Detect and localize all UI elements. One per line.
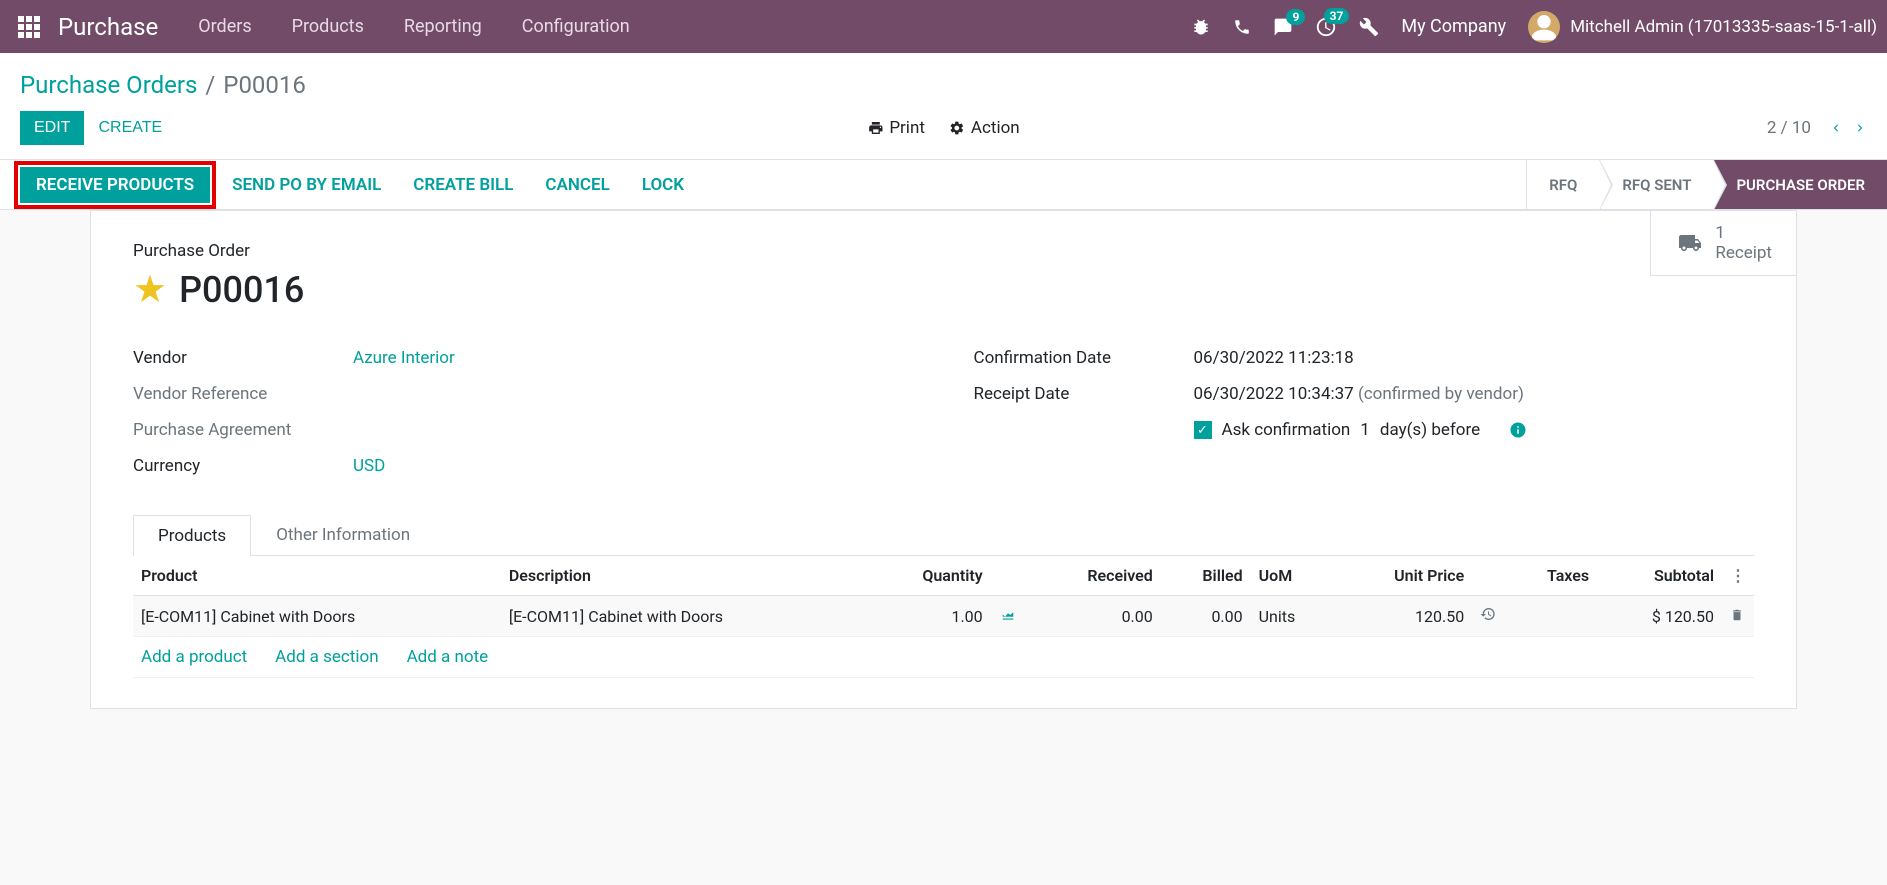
order-lines-table: Product Description Quantity Received Bi…	[133, 556, 1754, 678]
tab-products[interactable]: Products	[133, 515, 251, 556]
app-name[interactable]: Purchase	[58, 13, 158, 41]
receipt-smart-button[interactable]: 1 Receipt	[1651, 211, 1796, 275]
ask-confirm-days: 1	[1360, 420, 1370, 440]
ask-confirm-label: Ask confirmation	[1222, 420, 1351, 440]
pager-next-icon[interactable]	[1853, 118, 1867, 138]
tools-icon[interactable]	[1359, 17, 1379, 37]
table-row[interactable]: [E-COM11] Cabinet with Doors [E-COM11] C…	[133, 596, 1754, 637]
activities-icon[interactable]: 37	[1315, 16, 1337, 38]
breadcrumb: Purchase Orders / P00016	[20, 71, 306, 99]
highlight-box: Receive Products	[14, 161, 216, 209]
stage-rfq-sent[interactable]: RFQ SENT	[1599, 160, 1713, 209]
info-icon[interactable]	[1509, 421, 1527, 439]
edit-button[interactable]: Edit	[20, 111, 84, 145]
truck-icon	[1675, 231, 1705, 255]
create-button[interactable]: Create	[84, 111, 176, 145]
add-product-link[interactable]: Add a product	[141, 647, 247, 667]
apps-icon[interactable]	[18, 16, 40, 38]
receipt-date-value: 06/30/2022 10:34:37	[1194, 384, 1354, 404]
gear-icon	[949, 120, 965, 136]
cell-uom: Units	[1251, 596, 1335, 637]
receipt-count: 1	[1715, 223, 1772, 243]
th-subtotal: Subtotal	[1597, 556, 1722, 596]
receipt-date-note: (confirmed by vendor)	[1358, 384, 1524, 404]
create-bill-button[interactable]: Create Bill	[397, 167, 529, 203]
menu-orders[interactable]: Orders	[198, 16, 251, 37]
ask-confirm-checkbox[interactable]: ✓	[1194, 421, 1212, 439]
cell-billed: 0.00	[1161, 596, 1251, 637]
menu-products[interactable]: Products	[292, 16, 364, 37]
breadcrumb-current: P00016	[223, 71, 306, 99]
ask-confirm-suffix: day(s) before	[1380, 420, 1480, 440]
stage-purchase-order[interactable]: PURCHASE ORDER	[1713, 160, 1887, 209]
th-description: Description	[501, 556, 869, 596]
currency-label: Currency	[133, 456, 353, 476]
confirm-date-value: 06/30/2022 11:23:18	[1194, 348, 1354, 368]
bug-icon[interactable]	[1191, 17, 1211, 37]
avatar	[1528, 11, 1560, 43]
th-quantity: Quantity	[869, 556, 991, 596]
stage-rfq[interactable]: RFQ	[1526, 160, 1599, 209]
history-icon[interactable]	[1480, 606, 1496, 622]
cell-subtotal: $ 120.50	[1597, 596, 1722, 637]
menu-reporting[interactable]: Reporting	[404, 16, 482, 37]
vendor-value[interactable]: Azure Interior	[353, 348, 455, 368]
title-label: Purchase Order	[133, 241, 1754, 261]
breadcrumb-parent[interactable]: Purchase Orders	[20, 71, 197, 99]
receive-products-button[interactable]: Receive Products	[20, 167, 210, 203]
user-name: Mitchell Admin (17013335-saas-15-1-all)	[1570, 17, 1877, 37]
tab-other-info[interactable]: Other Information	[251, 514, 435, 555]
confirm-date-label: Confirmation Date	[974, 348, 1194, 368]
currency-value[interactable]: USD	[353, 456, 385, 476]
form-sheet: 1 Receipt Purchase Order ★ P00016 Vendor	[90, 210, 1797, 709]
activities-badge: 37	[1324, 8, 1350, 24]
receipt-label: Receipt	[1715, 243, 1772, 263]
statusbar: Receive Products Send PO by Email Create…	[0, 160, 1887, 210]
title-value: P00016	[179, 269, 304, 311]
company-name[interactable]: My Company	[1401, 16, 1506, 37]
cell-product: [E-COM11] Cabinet with Doors	[133, 596, 501, 637]
nav-menu: Orders Products Reporting Configuration	[198, 16, 629, 37]
cancel-button[interactable]: Cancel	[529, 167, 625, 203]
pager-text[interactable]: 2 / 10	[1767, 118, 1811, 138]
cell-unit-price: 120.50	[1335, 596, 1473, 637]
column-options-icon[interactable]: ⋮	[1722, 556, 1754, 596]
pager-prev-icon[interactable]	[1829, 118, 1843, 138]
messages-badge: 9	[1286, 9, 1305, 25]
th-billed: Billed	[1161, 556, 1251, 596]
th-product: Product	[133, 556, 501, 596]
user-menu[interactable]: Mitchell Admin (17013335-saas-15-1-all)	[1528, 11, 1877, 43]
delete-icon[interactable]	[1730, 608, 1744, 622]
action-button[interactable]: Action	[949, 118, 1020, 138]
th-received: Received	[1031, 556, 1161, 596]
vendor-label: Vendor	[133, 348, 353, 368]
phone-icon[interactable]	[1233, 18, 1251, 36]
agreement-label: Purchase Agreement	[133, 420, 353, 440]
receipt-date-label: Receipt Date	[974, 384, 1194, 404]
messages-icon[interactable]: 9	[1273, 17, 1293, 37]
top-nav: Purchase Orders Products Reporting Confi…	[0, 0, 1887, 53]
cell-received: 0.00	[1031, 596, 1161, 637]
th-uom: UoM	[1251, 556, 1335, 596]
menu-configuration[interactable]: Configuration	[522, 16, 630, 37]
add-note-link[interactable]: Add a note	[407, 647, 489, 667]
th-unit-price: Unit Price	[1335, 556, 1473, 596]
star-icon[interactable]: ★	[133, 267, 167, 312]
cell-description: [E-COM11] Cabinet with Doors	[501, 596, 869, 637]
lock-button[interactable]: Lock	[626, 167, 700, 203]
th-taxes: Taxes	[1504, 556, 1597, 596]
print-button[interactable]: Print	[867, 118, 925, 138]
print-icon	[867, 120, 883, 136]
send-po-email-button[interactable]: Send PO by Email	[216, 167, 397, 203]
vendor-ref-label: Vendor Reference	[133, 384, 353, 404]
add-section-link[interactable]: Add a section	[275, 647, 378, 667]
forecast-icon[interactable]	[999, 608, 1017, 622]
cell-quantity: 1.00	[869, 596, 991, 637]
